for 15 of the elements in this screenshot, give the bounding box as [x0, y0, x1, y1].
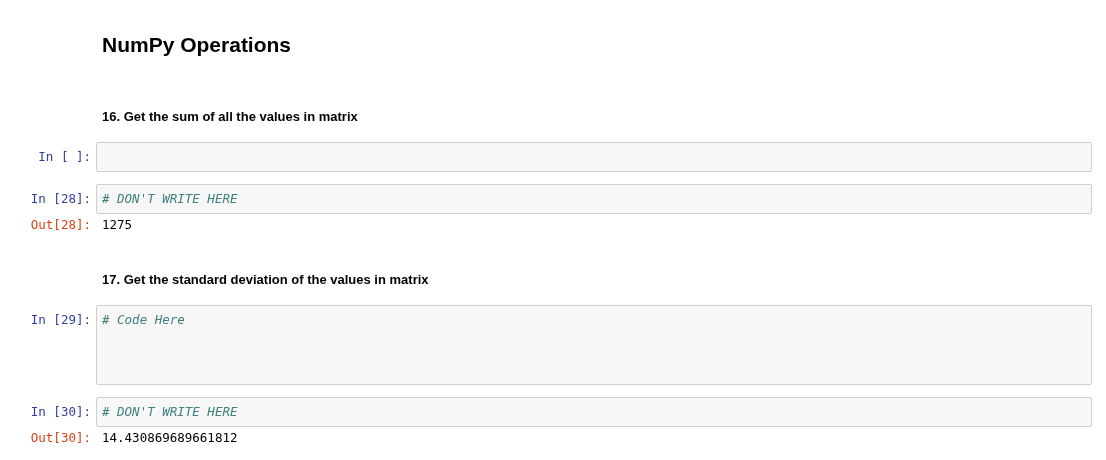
code-input-field[interactable]: # Code Here	[96, 305, 1092, 386]
output-prompt: Out[28]:	[30, 217, 91, 233]
input-prompt: In [ ]:	[38, 149, 91, 165]
cell-instruction: 17. Get the standard deviation of the values in matrix	[102, 271, 429, 289]
input-prompt: In [30]:	[30, 404, 91, 421]
input-prompt: In [28]:	[30, 191, 91, 207]
input-prompt: In [29]:	[30, 312, 91, 328]
notebook-heading: NumPy Operations	[102, 32, 293, 58]
code-input-field[interactable]: # DON'T WRITE HERE	[96, 184, 1092, 214]
output-prompt: Out[30]:	[30, 430, 91, 447]
code-input-field[interactable]	[96, 142, 1092, 172]
code-input-field[interactable]: # DON'T WRITE HERE	[96, 397, 1092, 428]
cell-output: 1275	[101, 217, 133, 233]
cell-output: 14.430869689661812	[101, 430, 238, 447]
cell-instruction: 16. Get the sum of all the values in matrix	[102, 108, 358, 126]
